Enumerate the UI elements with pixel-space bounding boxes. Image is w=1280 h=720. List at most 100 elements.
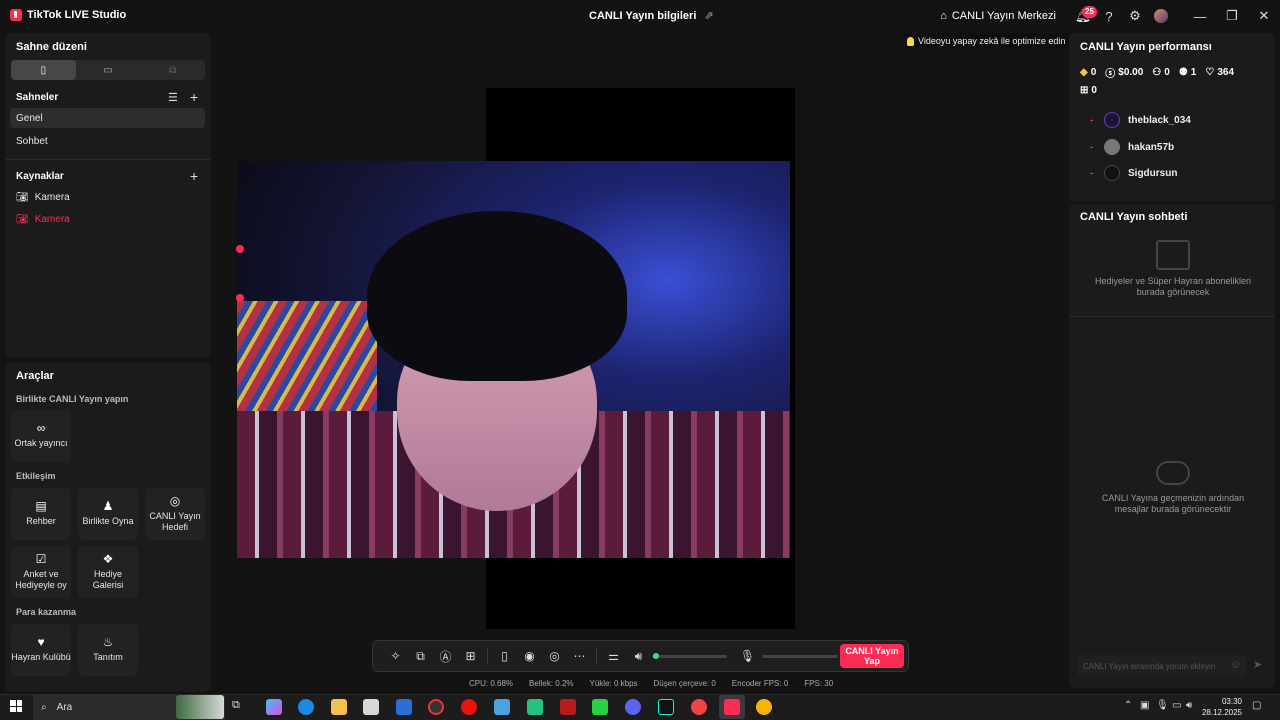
record-icon[interactable]: ◉ [517, 644, 542, 668]
dual-layout-button[interactable]: ⧉ [140, 60, 205, 80]
tray-app-icon[interactable]: ▣ [1140, 700, 1149, 711]
flame-icon: ♨ [102, 635, 114, 649]
followers-value: 1 [1190, 67, 1197, 78]
magic-wand-icon[interactable]: ✧ [383, 644, 408, 668]
promote-tool-button[interactable]: ♨ Tanıtım [78, 624, 138, 676]
search-icon: ⌕ [41, 701, 47, 713]
copilot-icon[interactable] [266, 699, 282, 715]
share-icon[interactable]: ⇗ [704, 9, 713, 22]
maximize-icon[interactable]: ❐ [1216, 0, 1248, 32]
dropped-frames-stat: Düşen çerçeve: 0 [653, 679, 716, 688]
top-viewer-item[interactable]: - hakan57b [1090, 139, 1174, 155]
fan-club-tool-button[interactable]: ♥ Hayran Kulübü [11, 624, 71, 676]
optimize-video-tip[interactable]: Videoyu yapay zekâ ile optimize edin [903, 33, 1070, 49]
obs-icon[interactable] [428, 699, 444, 715]
taskbar-clock[interactable]: 03:30 28.12.2025 [1200, 696, 1242, 718]
mic-volume-slider[interactable] [762, 654, 838, 658]
go-live-button[interactable]: CANLI Yayın Yap [840, 644, 904, 668]
add-scene-icon[interactable]: + [190, 89, 198, 105]
scene-item-genel[interactable]: Genel [10, 108, 205, 128]
app-icon[interactable] [592, 699, 608, 715]
add-source-icon[interactable]: + [190, 168, 198, 184]
emoji-icon[interactable]: ☺ [1230, 659, 1241, 671]
slider-knob[interactable] [653, 652, 660, 659]
portrait-layout-button[interactable]: ▯ [11, 60, 76, 80]
target-icon: ◎ [169, 493, 181, 508]
edge-icon[interactable] [298, 699, 314, 715]
guide-tool-button[interactable]: ▤ Rehber [11, 488, 71, 540]
landscape-layout-button[interactable]: ▭ [76, 60, 141, 80]
app-icon[interactable] [527, 699, 543, 715]
source-item-camera-error[interactable]: 📷︎ Kamera [16, 214, 70, 225]
help-icon[interactable]: ? [1096, 3, 1122, 29]
profile-avatar[interactable] [1148, 3, 1174, 29]
sources-title: Kaynaklar [16, 171, 64, 182]
settings-gear-icon[interactable]: ⚙ [1122, 3, 1148, 29]
live-center-label: CANLI Yayın Merkezi [951, 10, 1056, 22]
speaker-icon[interactable]: 🔊︎ [626, 644, 651, 668]
tool-label: Birlikte Oyna [82, 516, 134, 526]
diamond-icon: ◆ [1080, 67, 1088, 78]
volume-icon[interactable]: 🔊︎ [1186, 700, 1192, 711]
outlook-icon[interactable] [396, 699, 412, 715]
portrait-icon[interactable]: ▯ [492, 644, 517, 668]
app-title: TikTok LIVE Studio [10, 9, 126, 21]
windows-start-icon[interactable] [10, 700, 22, 712]
notification-center-icon[interactable]: ▢ [1252, 700, 1261, 711]
chrome-icon[interactable] [691, 699, 707, 715]
app-icon[interactable] [658, 699, 674, 715]
microphone-icon[interactable]: 🎙︎ [735, 644, 760, 668]
chrome-icon[interactable] [756, 699, 772, 715]
cohost-tool-button[interactable]: ∞ Ortak yayıncı [11, 410, 71, 462]
gift-gallery-tool-button[interactable]: ❖ Hediye Galerisi [78, 546, 138, 598]
divider [1069, 316, 1275, 317]
optimize-label: Videoyu yapay zekâ ile optimize edin [918, 36, 1066, 46]
cpu-stat: CPU: 0.68% [469, 679, 514, 688]
tiktok-icon[interactable] [724, 699, 740, 715]
earnings-value: $0.00 [1118, 67, 1144, 78]
tool-label: Rehber [26, 516, 56, 526]
top-viewer-item[interactable]: - theblack_034 [1090, 112, 1191, 128]
scene-effects-icon[interactable]: ⧉ [408, 644, 433, 668]
replay-icon[interactable]: ◎ [542, 644, 567, 668]
camera-icon: 📷︎ [16, 214, 29, 225]
opera-icon[interactable] [461, 699, 477, 715]
scene-list-icon[interactable]: ☰ [168, 91, 178, 104]
speaker-volume-slider[interactable] [653, 652, 727, 659]
live-center-button[interactable]: ⌂ CANLI Yayın Merkezi [940, 10, 1056, 22]
steam-icon[interactable] [494, 699, 510, 715]
microphone-tray-icon[interactable]: 🎙︎ [1156, 700, 1169, 711]
top-viewer-item[interactable]: - Sigdursun [1090, 165, 1177, 181]
book-icon: ▤ [35, 499, 47, 513]
camera-preview[interactable] [237, 161, 790, 558]
task-view-icon[interactable]: ⧉ [232, 699, 248, 715]
scene-item-sohbet[interactable]: Sohbet [10, 131, 205, 151]
stream-toolbar: ✧ ⧉ Ⓐ ⊞ ▯ ◉ ◎ ⋯ ⚌ 🔊︎ 🎙︎ [372, 640, 909, 672]
avatar [1104, 165, 1120, 181]
notification-button[interactable]: 🔔︎ 25 [1070, 3, 1097, 29]
tray-chevron-icon[interactable]: ⌃ [1124, 700, 1132, 711]
add-media-icon[interactable]: ⊞ [458, 644, 483, 668]
network-icon[interactable]: ▭ [1172, 700, 1181, 711]
chat-input[interactable]: CANLI Yayın sırasında yorum ekleyin [1077, 655, 1247, 677]
source-item-camera[interactable]: 📷︎ Kamera [16, 192, 70, 203]
encoder-fps-stat: Encoder FPS: 0 [731, 679, 789, 688]
ai-icon[interactable]: Ⓐ [433, 644, 458, 668]
mixer-settings-icon[interactable]: ⚌ [601, 644, 626, 668]
lightbulb-icon [907, 36, 914, 46]
minimize-icon[interactable]: — [1184, 0, 1216, 32]
send-icon[interactable]: ➤ [1253, 658, 1262, 671]
live-info-title[interactable]: CANLI Yayın bilgileri ⇗ [589, 9, 714, 23]
store-icon[interactable] [363, 699, 379, 715]
more-icon[interactable]: ⋯ [567, 644, 592, 668]
play-together-tool-button[interactable]: ♟ Birlikte Oyna [78, 488, 138, 540]
close-icon[interactable]: ✕ [1248, 0, 1280, 32]
file-explorer-icon[interactable] [331, 699, 347, 715]
resize-handle[interactable] [236, 245, 244, 253]
poll-tool-button[interactable]: ☑ Anket ve Hediyeyle oy [11, 546, 71, 598]
gift-icon: ❖ [102, 551, 114, 566]
discord-icon[interactable] [625, 699, 641, 715]
resize-handle[interactable] [236, 294, 244, 302]
app-icon[interactable] [560, 699, 576, 715]
live-goal-tool-button[interactable]: ◎ CANLI Yayın Hedefi [145, 488, 205, 540]
